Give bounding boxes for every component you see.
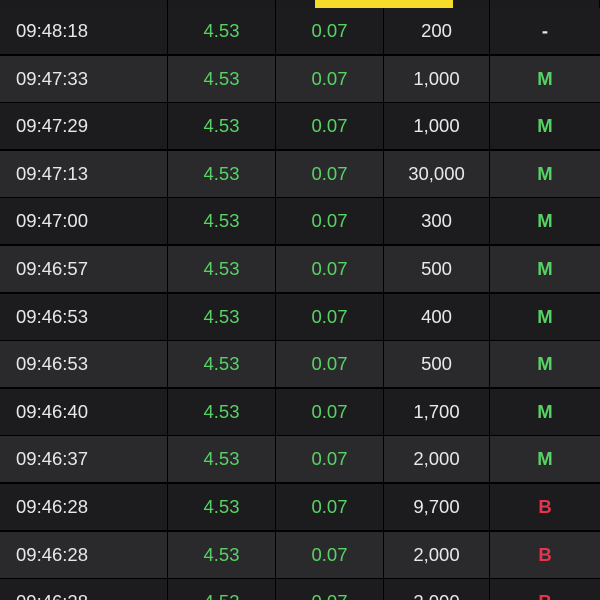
trade-volume: 500 xyxy=(384,245,490,292)
trade-time: 09:46:37 xyxy=(0,436,168,483)
trade-side: M xyxy=(490,388,600,435)
trade-time: 09:47:33 xyxy=(0,55,168,102)
trade-side: M xyxy=(490,436,600,483)
trade-volume: 2,000 xyxy=(384,436,490,483)
trade-change: 0.07 xyxy=(276,579,384,600)
trade-side: M xyxy=(490,103,600,150)
trade-price: 4.53 xyxy=(168,150,276,197)
column-header-strip xyxy=(0,0,600,8)
trade-price: 4.53 xyxy=(168,531,276,578)
trade-side: B xyxy=(490,579,600,600)
table-row[interactable]: 09:47:00 4.53 0.07 300 M xyxy=(0,198,600,245)
trade-price: 4.53 xyxy=(168,293,276,340)
trade-price: 4.53 xyxy=(168,245,276,292)
trade-change: 0.07 xyxy=(276,531,384,578)
trade-list: 09:48:18 4.53 0.07 200 - 09:47:33 4.53 0… xyxy=(0,8,600,600)
trade-ticker-table: 09:48:18 4.53 0.07 200 - 09:47:33 4.53 0… xyxy=(0,0,600,600)
table-row[interactable]: 09:47:29 4.53 0.07 1,000 M xyxy=(0,103,600,150)
trade-change: 0.07 xyxy=(276,55,384,102)
trade-time: 09:46:28 xyxy=(0,531,168,578)
trade-volume: 1,000 xyxy=(384,55,490,102)
trade-volume: 9,700 xyxy=(384,483,490,530)
trade-change: 0.07 xyxy=(276,8,384,54)
table-row[interactable]: 09:46:40 4.53 0.07 1,700 M xyxy=(0,388,600,435)
trade-volume: 200 xyxy=(384,8,490,54)
trade-price: 4.53 xyxy=(168,103,276,150)
trade-side: M xyxy=(490,293,600,340)
trade-volume: 400 xyxy=(384,293,490,340)
trade-side: B xyxy=(490,483,600,530)
trade-time: 09:47:29 xyxy=(0,103,168,150)
table-row[interactable]: 09:46:28 4.53 0.07 2,000 B xyxy=(0,531,600,578)
trade-change: 0.07 xyxy=(276,483,384,530)
trade-side: B xyxy=(490,531,600,578)
header-cell-time[interactable] xyxy=(0,0,168,8)
table-row[interactable]: 09:46:28 4.53 0.07 9,700 B xyxy=(0,483,600,530)
trade-time: 09:46:57 xyxy=(0,245,168,292)
trade-time: 09:46:53 xyxy=(0,341,168,388)
table-row[interactable]: 09:47:33 4.53 0.07 1,000 M xyxy=(0,55,600,102)
trade-side: M xyxy=(490,150,600,197)
trade-price: 4.53 xyxy=(168,436,276,483)
trade-time: 09:46:53 xyxy=(0,293,168,340)
trade-time: 09:48:18 xyxy=(0,8,168,54)
table-row[interactable]: 09:46:37 4.53 0.07 2,000 M xyxy=(0,436,600,483)
header-cell-side[interactable] xyxy=(490,0,600,8)
trade-volume: 300 xyxy=(384,198,490,245)
trade-change: 0.07 xyxy=(276,341,384,388)
trade-price: 4.53 xyxy=(168,341,276,388)
trade-volume: 2,000 xyxy=(384,531,490,578)
trade-volume: 30,000 xyxy=(384,150,490,197)
trade-change: 0.07 xyxy=(276,293,384,340)
trade-side: M xyxy=(490,341,600,388)
trade-volume: 1,700 xyxy=(384,388,490,435)
sort-indicator xyxy=(315,0,453,8)
table-row[interactable]: 09:46:53 4.53 0.07 500 M xyxy=(0,341,600,388)
trade-change: 0.07 xyxy=(276,436,384,483)
trade-price: 4.53 xyxy=(168,8,276,54)
trade-change: 0.07 xyxy=(276,245,384,292)
trade-side: M xyxy=(490,245,600,292)
table-row[interactable]: 09:46:57 4.53 0.07 500 M xyxy=(0,245,600,292)
trade-time: 09:47:13 xyxy=(0,150,168,197)
table-row[interactable]: 09:47:13 4.53 0.07 30,000 M xyxy=(0,150,600,197)
trade-time: 09:46:28 xyxy=(0,579,168,600)
trade-change: 0.07 xyxy=(276,150,384,197)
trade-price: 4.53 xyxy=(168,55,276,102)
trade-time: 09:46:28 xyxy=(0,483,168,530)
trade-time: 09:47:00 xyxy=(0,198,168,245)
trade-side: M xyxy=(490,198,600,245)
trade-price: 4.53 xyxy=(168,579,276,600)
table-row[interactable]: 09:48:18 4.53 0.07 200 - xyxy=(0,8,600,54)
trade-time: 09:46:40 xyxy=(0,388,168,435)
table-row[interactable]: 09:46:53 4.53 0.07 400 M xyxy=(0,293,600,340)
trade-price: 4.53 xyxy=(168,483,276,530)
trade-price: 4.53 xyxy=(168,198,276,245)
header-cell-price[interactable] xyxy=(168,0,276,8)
trade-change: 0.07 xyxy=(276,103,384,150)
table-row[interactable]: 09:46:28 4.53 0.07 2,000 B xyxy=(0,579,600,600)
trade-volume: 1,000 xyxy=(384,103,490,150)
trade-volume: 500 xyxy=(384,341,490,388)
trade-side: M xyxy=(490,55,600,102)
trade-side: - xyxy=(490,8,600,54)
trade-volume: 2,000 xyxy=(384,579,490,600)
trade-change: 0.07 xyxy=(276,198,384,245)
trade-price: 4.53 xyxy=(168,388,276,435)
trade-change: 0.07 xyxy=(276,388,384,435)
